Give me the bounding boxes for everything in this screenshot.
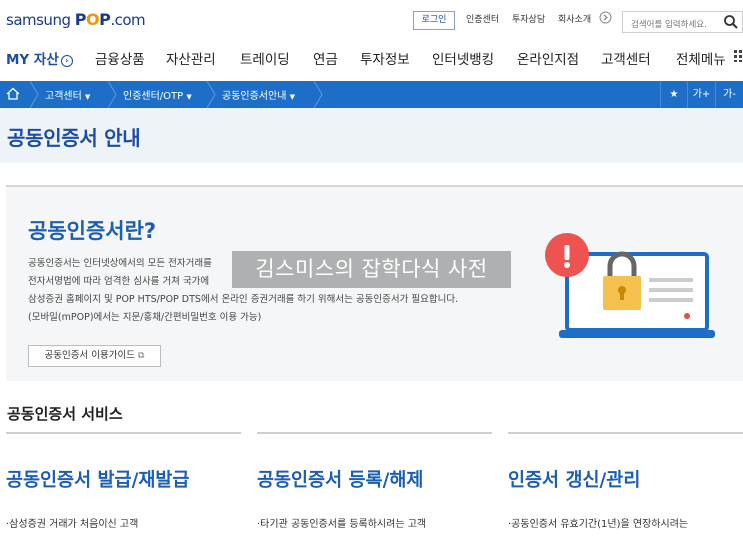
service-register-desc: ·타기관 공동인증서를 등록하시려는 고객 — [257, 519, 427, 530]
nav-item-invest-info[interactable]: 투자정보 — [360, 48, 410, 68]
breadcrumb-label: 공동인증서안내 — [222, 91, 287, 102]
service-register-title[interactable]: 공동인증서 등록/해제 — [257, 466, 423, 492]
service-renew-title[interactable]: 인증서 갱신/관리 — [508, 466, 640, 492]
search-input[interactable] — [623, 15, 721, 35]
nav-item-online-branch[interactable]: 온라인지점 — [517, 48, 579, 68]
caret-down-icon: ▼ — [186, 93, 192, 101]
logo-o: O — [85, 10, 100, 29]
hero-text-line-1: 공동인증서는 인터넷상에서의 모든 전자거래를 — [28, 258, 212, 269]
hero-text-line-2: 전자서명법에 따라 엄격한 심사를 거쳐 국가에 — [28, 276, 210, 287]
breadcrumb: 고객센터 ▼ 인증센터/OTP ▼ 공동인증서안내 ▼ ★ 가+ 가- — [0, 81, 743, 108]
util-link-company[interactable]: 회사소개 — [558, 12, 591, 25]
home-icon[interactable] — [5, 86, 21, 102]
caret-down-icon: ▼ — [85, 93, 91, 101]
company-arrow-icon — [599, 11, 612, 27]
breadcrumb-item-auth-center[interactable]: 인증센터/OTP ▼ — [123, 87, 192, 102]
breadcrumb-item-customer-center[interactable]: 고객센터 ▼ — [45, 87, 90, 102]
logo-prefix: samsung — [6, 11, 75, 29]
breadcrumb-separator-icon — [29, 81, 39, 108]
logo-suffix: .com — [110, 11, 146, 29]
services-section-title: 공동인증서 서비스 — [7, 405, 123, 423]
nav-my-asset-label: MY 자산 — [6, 52, 59, 68]
font-size-up-button[interactable]: 가+ — [687, 81, 715, 108]
all-menu-grid-icon[interactable] — [734, 50, 743, 62]
util-link-consult[interactable]: 투자상담 — [512, 12, 545, 25]
service-issue-desc: ·삼성증권 거래가 처음이신 고객 — [6, 519, 139, 530]
page-title: 공동인증서 안내 — [7, 126, 141, 150]
nav-item-internet-banking[interactable]: 인터넷뱅킹 — [432, 48, 494, 68]
nav-item-financial-products[interactable]: 금융상품 — [95, 48, 145, 68]
certificate-illustration-icon — [545, 233, 715, 338]
caret-down-icon: ▼ — [289, 93, 295, 101]
arrow-circle-icon: › — [60, 55, 73, 67]
column-divider — [6, 432, 241, 434]
nav-my-asset[interactable]: MY 자산 › — [6, 48, 73, 68]
nav-item-asset-management[interactable]: 자산관리 — [166, 48, 216, 68]
watermark-overlay: 김스미스의 잡학다식 사전 — [232, 251, 511, 288]
service-renew-desc: ·공동인증서 유효기간(1년)을 연장하시려는 — [508, 519, 689, 530]
main-nav: MY 자산 › 금융상품 자산관리 트레이딩 연금 투자정보 인터넷뱅킹 온라인지… — [0, 42, 743, 80]
search-box — [622, 11, 743, 35]
logo-p1: P — [74, 10, 87, 29]
util-link-auth-center[interactable]: 인증센터 — [466, 12, 499, 25]
login-button[interactable]: 로그인 — [413, 11, 455, 30]
top-bar: samsung POP.com 로그인 인증센터 투자상담 회사소개 — [0, 0, 743, 42]
column-divider — [508, 432, 743, 434]
font-size-down-button[interactable]: 가- — [715, 81, 743, 108]
breadcrumb-label: 고객센터 — [45, 91, 82, 102]
favorite-star-icon[interactable]: ★ — [660, 81, 687, 108]
search-icon[interactable] — [723, 14, 739, 30]
breadcrumb-separator-icon — [206, 81, 216, 108]
hero-title: 공동인증서란? — [28, 219, 157, 243]
nav-item-pension[interactable]: 연금 — [313, 48, 338, 68]
nav-item-trading[interactable]: 트레이딩 — [240, 48, 290, 68]
certificate-guide-button[interactable]: 공동인증서 이용가이드 ⧉ — [28, 345, 161, 367]
service-issue-title[interactable]: 공동인증서 발급/재발급 — [6, 466, 189, 492]
logo-p2: P — [99, 10, 111, 29]
column-divider — [257, 432, 492, 434]
breadcrumb-item-certificate-guide[interactable]: 공동인증서안내 ▼ — [222, 87, 295, 102]
new-window-icon: ⧉ — [138, 351, 145, 361]
guide-button-label: 공동인증서 이용가이드 — [44, 350, 135, 361]
hero-text-line-3: 삼성증권 홈페이지 및 POP HTS/POP DTS에서 온라인 증권거래를 … — [28, 294, 459, 305]
breadcrumb-separator-icon — [107, 81, 117, 108]
nav-item-all-menu[interactable]: 전체메뉴 — [676, 48, 726, 68]
hero-text-line-4: (모바일(mPOP)에서는 지문/홍채/간편비밀번호 이용 가능) — [28, 312, 262, 323]
breadcrumb-separator-icon — [313, 81, 323, 108]
samsung-pop-logo[interactable]: samsung POP.com — [6, 10, 146, 29]
nav-item-customer-center[interactable]: 고객센터 — [601, 48, 651, 68]
breadcrumb-label: 인증센터/OTP — [123, 91, 184, 102]
